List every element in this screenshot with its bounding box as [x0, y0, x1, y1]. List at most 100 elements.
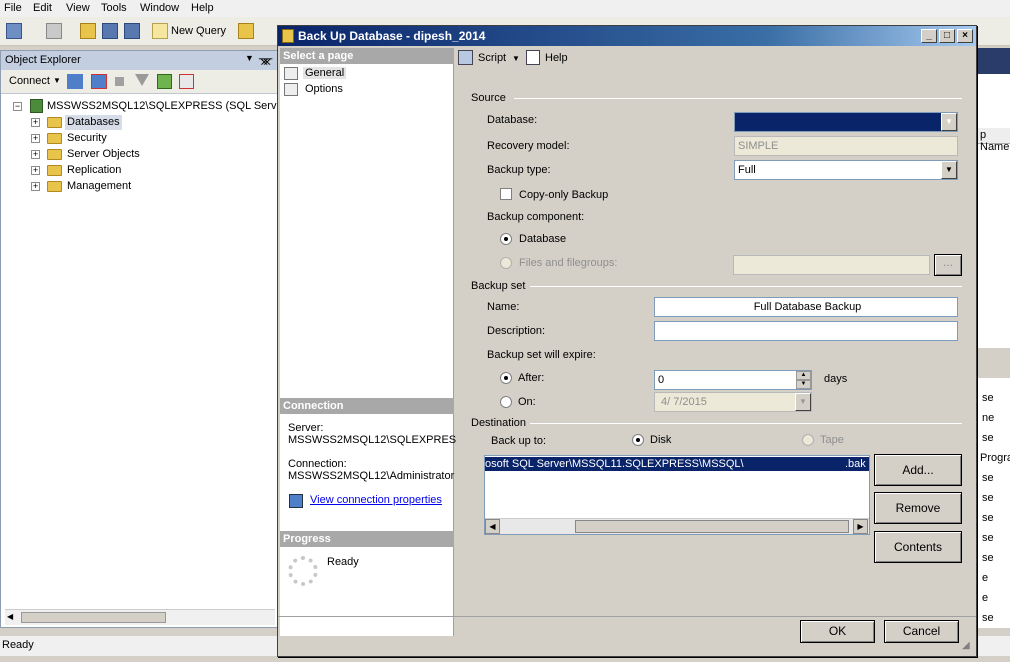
tape-label: Tape	[820, 434, 844, 446]
pin-icon[interactable]: ᚘ	[259, 52, 272, 65]
filter-icon[interactable]	[135, 74, 149, 86]
close-button[interactable]: ×	[957, 29, 973, 43]
menu-help[interactable]: Help	[191, 2, 214, 14]
database-icon	[282, 29, 294, 43]
resize-grip-icon[interactable]: ◢	[962, 640, 970, 651]
server-label: MSSWSS2MSQL12\SQLEXPRESS (SQL Server 11	[47, 100, 301, 112]
list-item: se	[982, 472, 994, 484]
copy-only-label: Copy-only Backup	[519, 189, 609, 201]
minimize-button[interactable]: _	[921, 29, 937, 43]
collapse-icon[interactable]: −	[13, 102, 22, 111]
script-icon[interactable]	[458, 50, 473, 65]
copy-only-checkbox[interactable]	[500, 188, 512, 200]
recovery-model-label: Recovery model:	[487, 140, 570, 152]
new-query-button[interactable]: New Query	[171, 25, 226, 37]
separator	[514, 98, 962, 99]
component-database-radio[interactable]	[500, 233, 512, 245]
scrollbar-thumb[interactable]	[575, 520, 849, 533]
ok-button[interactable]: OK	[800, 620, 875, 643]
menu-edit[interactable]: Edit	[33, 2, 52, 14]
connect-button[interactable]: Connect	[9, 75, 50, 87]
page-general[interactable]: General	[303, 67, 347, 79]
expand-icon[interactable]: +	[31, 166, 40, 175]
new-project-icon[interactable]	[6, 23, 22, 39]
tree-node-databases[interactable]: + Databases	[31, 115, 231, 130]
save-all-icon[interactable]	[124, 23, 140, 39]
connect-dropdown-icon[interactable]: ▼	[53, 76, 61, 85]
spin-down-icon[interactable]: ▼	[796, 380, 811, 389]
tree-node-replication[interactable]: + Replication	[31, 163, 231, 178]
open-folder-icon[interactable]	[80, 23, 96, 39]
tree-node-management[interactable]: + Management	[31, 179, 231, 194]
tree-node-security[interactable]: + Security	[31, 131, 231, 146]
component-files-radio[interactable]	[500, 257, 512, 269]
backup-type-select[interactable]: Full ▼	[734, 160, 958, 180]
dropdown-arrow-icon[interactable]: ▼	[941, 161, 957, 179]
tape-radio[interactable]	[802, 434, 814, 446]
connect-server-icon[interactable]	[67, 74, 83, 89]
add-item-icon[interactable]	[46, 23, 62, 39]
maximize-button[interactable]: □	[939, 29, 955, 43]
scroll-left-icon[interactable]: ◀	[485, 519, 500, 534]
separator	[530, 423, 962, 424]
backup-name-input[interactable]: Full Database Backup	[654, 297, 958, 317]
menu-tools[interactable]: Tools	[101, 2, 127, 14]
browse-filegroups-button[interactable]: ...	[934, 254, 962, 276]
script-button[interactable]: Script	[478, 52, 506, 64]
scroll-right-icon[interactable]: ▶	[853, 519, 868, 534]
expire-after-radio[interactable]	[500, 372, 512, 384]
filegroups-field	[733, 255, 930, 275]
expire-on-radio[interactable]	[500, 396, 512, 408]
server-value: MSSWSS2MSQL12\SQLEXPRES	[288, 434, 457, 446]
object-explorer-title-bar: Object Explorer ▼ ᚘ	[1, 51, 277, 70]
expire-days-input[interactable]: 0 ▲ ▼	[654, 370, 812, 390]
tree-node-server-objects[interactable]: + Server Objects	[31, 147, 231, 162]
disk-radio[interactable]	[632, 434, 644, 446]
after-label: After:	[518, 372, 545, 384]
help-button[interactable]: Help	[545, 52, 568, 64]
menu-file[interactable]: File	[4, 2, 22, 14]
name-label: Name:	[487, 301, 520, 313]
delete-icon[interactable]	[179, 74, 194, 89]
destination-item[interactable]: osoft SQL Server\MSSQL11.SQLEXPRESS\MSSQ…	[485, 457, 869, 471]
remove-button[interactable]: Remove	[874, 492, 962, 524]
dropdown-icon[interactable]: ▼	[245, 53, 254, 63]
page-options[interactable]: Options	[305, 83, 343, 95]
new-query-icon[interactable]	[152, 23, 168, 39]
dropdown-arrow-icon[interactable]: ▼	[941, 113, 957, 131]
view-connection-properties-link[interactable]: View connection properties	[310, 494, 442, 506]
expand-icon[interactable]: +	[31, 118, 40, 127]
description-input[interactable]	[654, 321, 958, 341]
refresh-icon[interactable]	[157, 74, 172, 89]
destination-hscrollbar[interactable]: ◀ ▶	[485, 518, 869, 534]
scrollbar-thumb[interactable]	[21, 612, 166, 623]
contents-button[interactable]: Contents	[874, 531, 962, 563]
expand-icon[interactable]: +	[31, 150, 40, 159]
folder-icon	[47, 117, 62, 128]
add-button[interactable]: Add...	[874, 454, 962, 486]
stop-icon[interactable]	[115, 77, 124, 86]
spin-up-icon[interactable]: ▲	[796, 371, 811, 380]
menu-window[interactable]: Window	[140, 2, 179, 14]
list-item: se	[982, 612, 994, 624]
scroll-left-icon[interactable]: ◀	[7, 612, 13, 621]
folder-icon	[47, 181, 62, 192]
destination-list[interactable]: osoft SQL Server\MSSQL11.SQLEXPRESS\MSSQ…	[484, 455, 870, 535]
database-query-icon[interactable]	[238, 23, 254, 39]
progress-header: Progress	[280, 531, 454, 547]
cancel-button[interactable]: Cancel	[884, 620, 959, 643]
server-label: Server:	[288, 422, 324, 434]
save-icon[interactable]	[102, 23, 118, 39]
list-item: ne	[982, 412, 995, 424]
expand-icon[interactable]: +	[31, 182, 40, 191]
folder-icon	[47, 133, 62, 144]
list-item: se	[982, 392, 994, 404]
horizontal-scrollbar[interactable]: ◀	[5, 609, 275, 625]
menu-view[interactable]: View	[66, 2, 90, 14]
disconnect-icon[interactable]	[91, 74, 107, 89]
script-dropdown-icon[interactable]: ▼	[512, 54, 520, 63]
list-item: se	[982, 492, 994, 504]
database-select[interactable]: ▼	[734, 112, 958, 132]
expand-icon[interactable]: +	[31, 134, 40, 143]
help-icon[interactable]	[526, 50, 540, 65]
